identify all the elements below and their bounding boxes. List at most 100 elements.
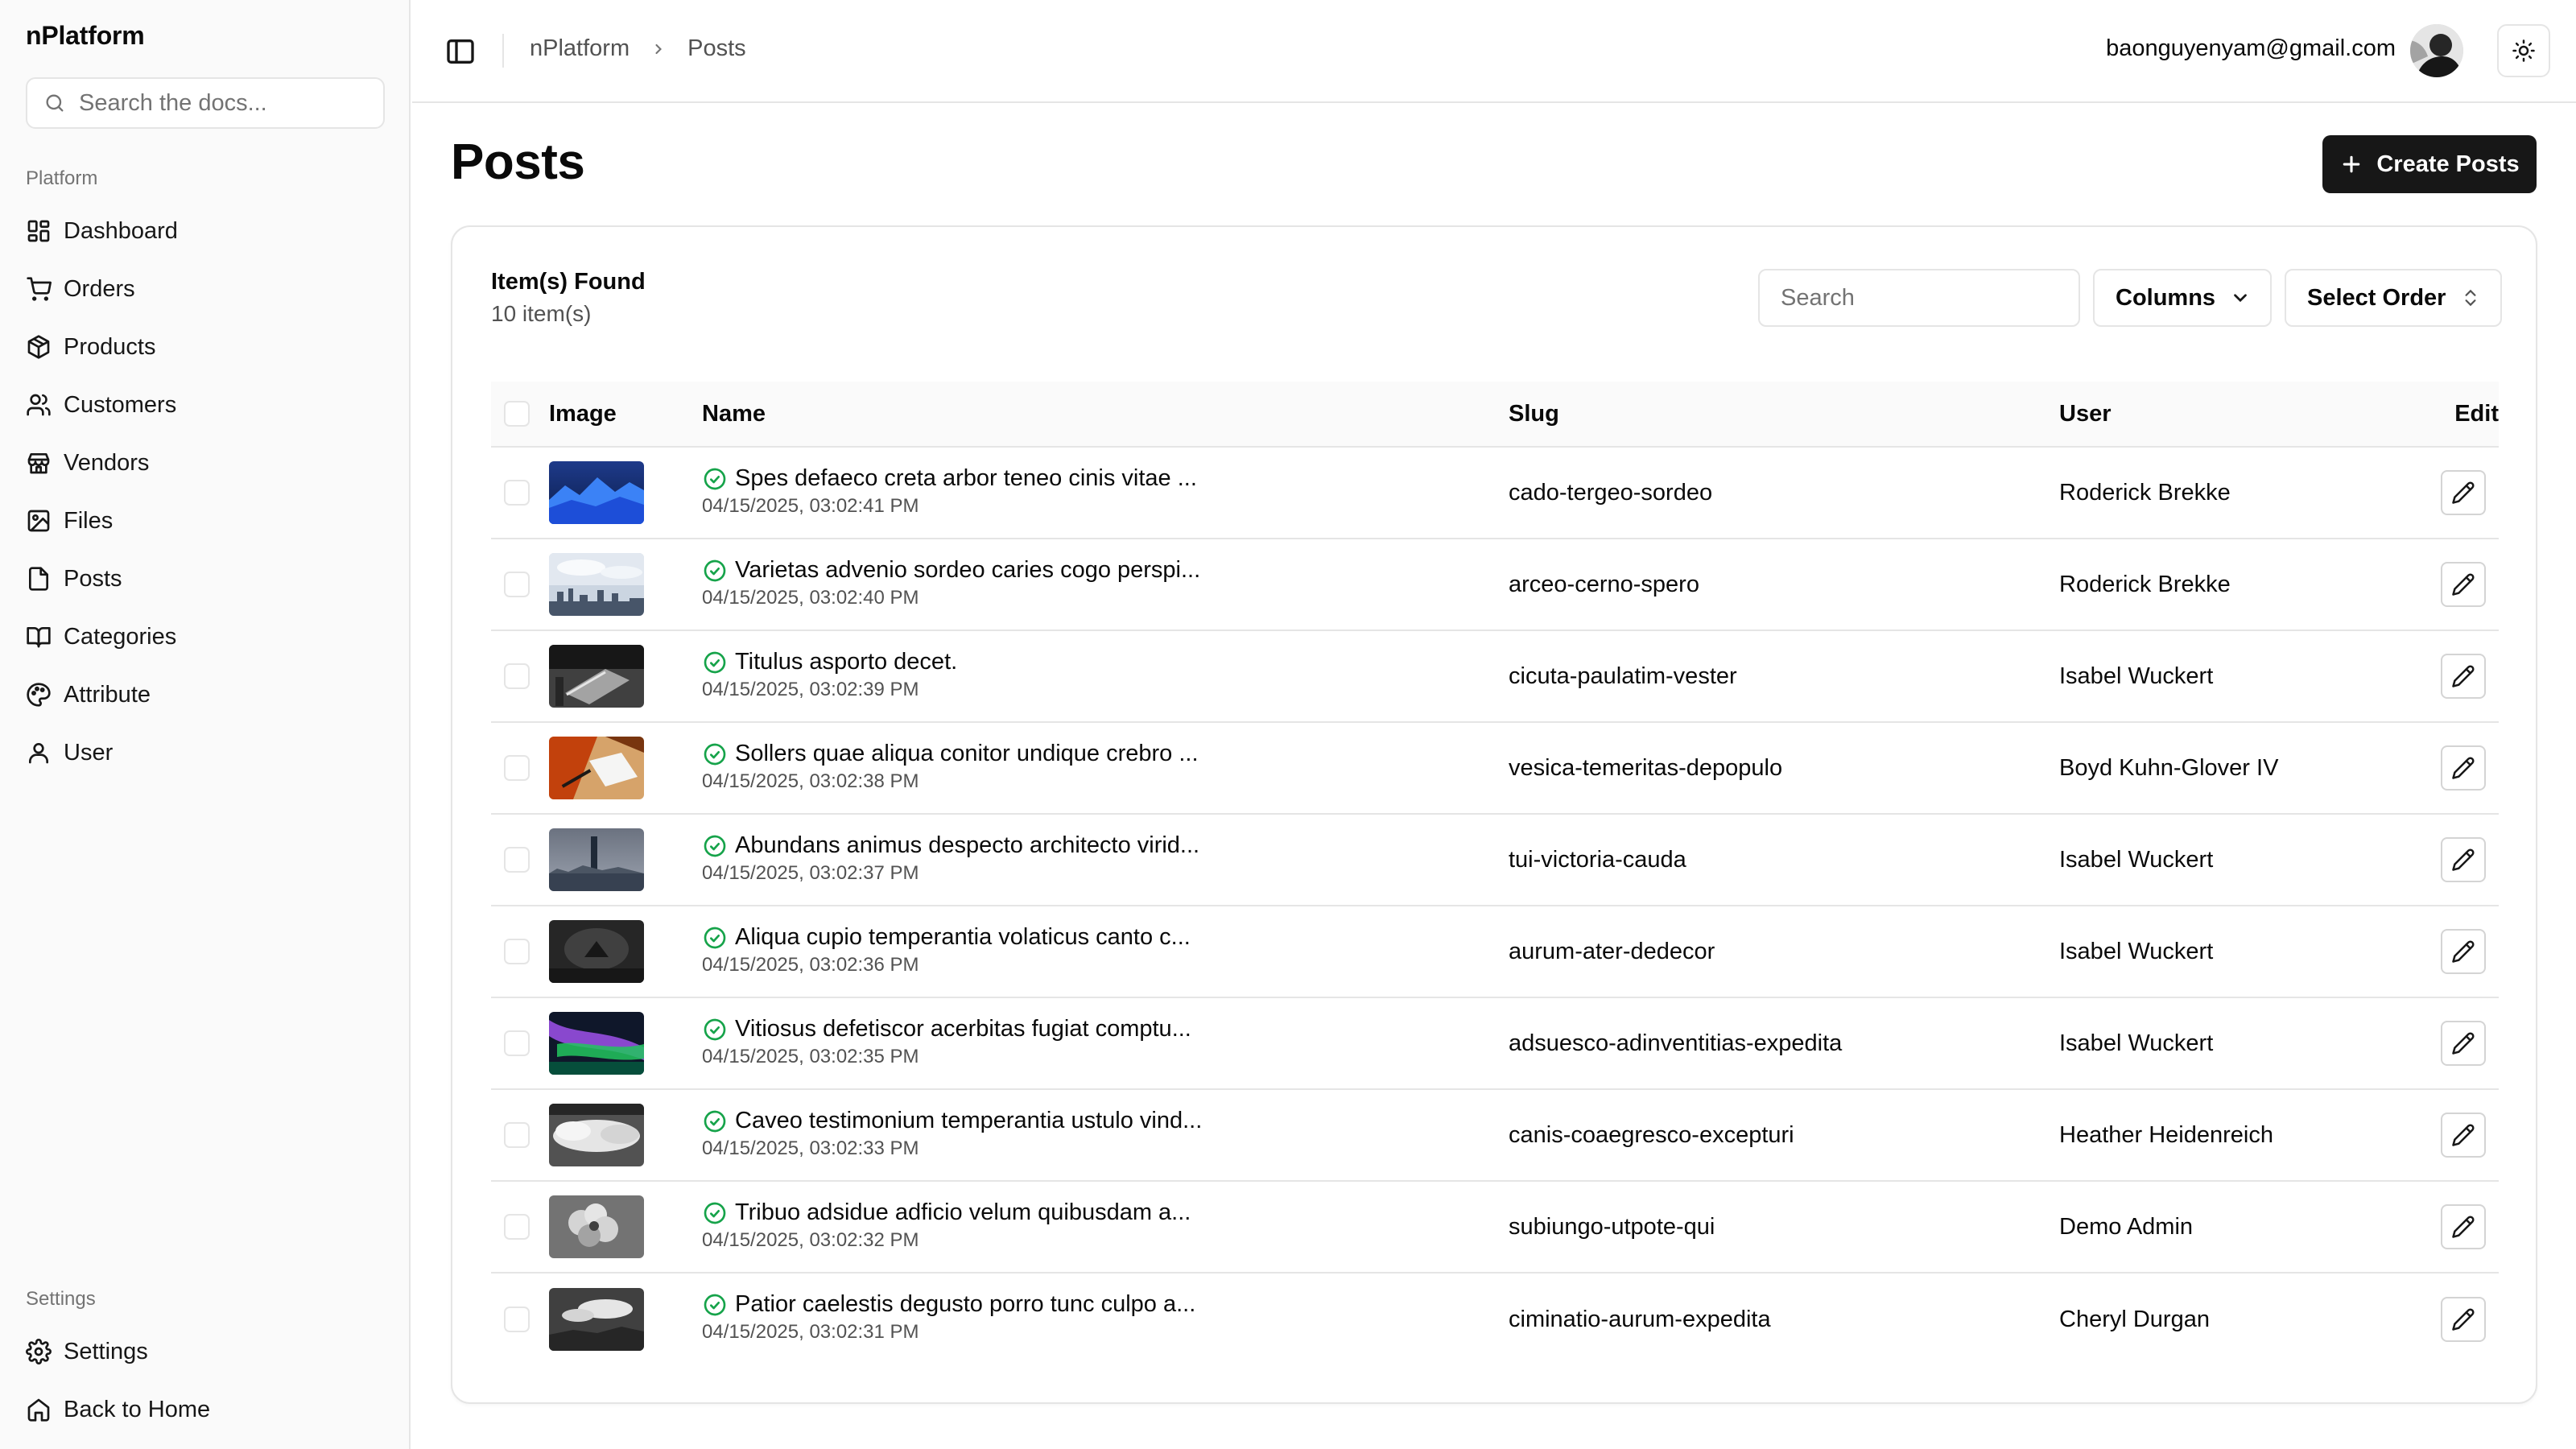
- row-checkbox[interactable]: [504, 572, 530, 597]
- row-edit-cell: [2441, 906, 2486, 997]
- avatar[interactable]: [2410, 24, 2463, 77]
- user-email[interactable]: baonguyenyam@gmail.com: [2106, 35, 2396, 62]
- post-slug: ciminatio-aurum-expedita: [1509, 1306, 1771, 1332]
- post-user: Isabel Wuckert: [2059, 663, 2214, 689]
- table-row[interactable]: Varietas advenio sordeo caries cogo pers…: [491, 539, 2499, 631]
- sidebar-item-label: Back to Home: [64, 1396, 211, 1422]
- columns-dropdown[interactable]: Columns: [2093, 269, 2273, 327]
- post-name-cell: Tribuo adsidue adficio velum quibusdam a…: [702, 1199, 1191, 1252]
- table-row[interactable]: Patior caelestis degusto porro tunc culp…: [491, 1274, 2499, 1365]
- check-circle-icon: [704, 1202, 726, 1224]
- row-checkbox[interactable]: [504, 1122, 530, 1148]
- post-name[interactable]: Varietas advenio sordeo caries cogo pers…: [735, 557, 1200, 584]
- row-checkbox[interactable]: [504, 480, 530, 506]
- sidebar-item-categories[interactable]: Categories: [26, 608, 385, 666]
- sidebar-item-user[interactable]: User: [26, 724, 385, 782]
- table-search-input[interactable]: Search: [1758, 269, 2080, 327]
- post-name[interactable]: Abundans animus despecto architecto viri…: [735, 832, 1199, 859]
- store-icon: [27, 453, 50, 474]
- sidebar-item-files[interactable]: Files: [26, 492, 385, 550]
- post-name[interactable]: Spes defaeco creta arbor teneo cinis vit…: [735, 465, 1197, 492]
- row-checkbox[interactable]: [504, 847, 530, 873]
- post-thumbnail[interactable]: [549, 828, 644, 891]
- post-thumbnail[interactable]: [549, 1288, 644, 1351]
- row-checkbox[interactable]: [504, 939, 530, 964]
- check-circle-icon: [704, 743, 726, 765]
- theme-toggle-button[interactable]: [2497, 24, 2550, 77]
- post-slug: subiungo-utpote-qui: [1509, 1213, 1715, 1240]
- row-checkbox[interactable]: [504, 1214, 530, 1240]
- edit-button[interactable]: [2441, 470, 2486, 515]
- edit-button[interactable]: [2441, 1297, 2486, 1342]
- sidebar-item-label: Files: [64, 507, 114, 534]
- sidebar-item-dashboard[interactable]: Dashboard: [26, 202, 385, 260]
- post-name[interactable]: Aliqua cupio temperantia volaticus canto…: [735, 924, 1191, 951]
- post-thumbnail[interactable]: [549, 737, 644, 799]
- table-row[interactable]: Sollers quae aliqua conitor undique creb…: [491, 723, 2499, 815]
- row-checkbox[interactable]: [504, 1030, 530, 1056]
- edit-button[interactable]: [2441, 745, 2486, 791]
- sidebar-item-posts[interactable]: Posts: [26, 550, 385, 608]
- post-thumbnail[interactable]: [549, 920, 644, 983]
- post-thumbnail[interactable]: [549, 1012, 644, 1075]
- post-name-cell: Aliqua cupio temperantia volaticus canto…: [702, 924, 1191, 976]
- sidebar-item-vendors[interactable]: Vendors: [26, 434, 385, 492]
- sidebar-toggle-button[interactable]: [444, 35, 477, 68]
- sidebar-item-label: Posts: [64, 565, 122, 592]
- row-checkbox[interactable]: [504, 663, 530, 689]
- post-user: Isabel Wuckert: [2059, 1030, 2214, 1056]
- row-checkbox[interactable]: [504, 1307, 530, 1332]
- sidebar-item-customers[interactable]: Customers: [26, 376, 385, 434]
- post-slug: tui-victoria-cauda: [1509, 846, 1686, 873]
- docs-search-input[interactable]: Search the docs...: [26, 77, 385, 129]
- edit-button[interactable]: [2441, 562, 2486, 607]
- sidebar-item-products[interactable]: Products: [26, 318, 385, 376]
- edit-button[interactable]: [2441, 929, 2486, 974]
- edit-button[interactable]: [2441, 837, 2486, 882]
- row-image-cell: [549, 1182, 644, 1272]
- edit-button[interactable]: [2441, 1113, 2486, 1158]
- select-order-dropdown[interactable]: Select Order: [2285, 269, 2503, 327]
- table-row[interactable]: Titulus asporto decet. 04/15/2025, 03:02…: [491, 631, 2499, 723]
- post-date: 04/15/2025, 03:02:35 PM: [702, 1046, 919, 1067]
- table-row[interactable]: Caveo testimonium temperantia ustulo vin…: [491, 1090, 2499, 1182]
- post-name[interactable]: Sollers quae aliqua conitor undique creb…: [735, 741, 1199, 767]
- post-user: Cheryl Durgan: [2059, 1306, 2210, 1332]
- post-name[interactable]: Patior caelestis degusto porro tunc culp…: [735, 1291, 1195, 1318]
- post-name[interactable]: Titulus asporto decet.: [735, 649, 957, 675]
- brand-name[interactable]: nPlatform: [26, 21, 145, 51]
- user-icon: [29, 743, 48, 764]
- table-row[interactable]: Tribuo adsidue adficio velum quibusdam a…: [491, 1182, 2499, 1274]
- post-name-cell: Titulus asporto decet. 04/15/2025, 03:02…: [702, 649, 957, 701]
- table-row[interactable]: Vitiosus defetiscor acerbitas fugiat com…: [491, 998, 2499, 1090]
- edit-button[interactable]: [2441, 1021, 2486, 1066]
- create-posts-button[interactable]: Create Posts: [2322, 135, 2537, 193]
- post-name[interactable]: Caveo testimonium temperantia ustulo vin…: [735, 1108, 1202, 1134]
- sidebar-item-attribute[interactable]: Attribute: [26, 666, 385, 724]
- post-thumbnail[interactable]: [549, 645, 644, 708]
- edit-button[interactable]: [2441, 1204, 2486, 1249]
- post-name[interactable]: Tribuo adsidue adficio velum quibusdam a…: [735, 1199, 1191, 1226]
- table-row[interactable]: Abundans animus despecto architecto viri…: [491, 815, 2499, 906]
- sidebar-item-orders[interactable]: Orders: [26, 260, 385, 318]
- sun-icon: [2512, 39, 2535, 62]
- pencil-icon: [2452, 573, 2475, 596]
- row-checkbox[interactable]: [504, 755, 530, 781]
- post-thumbnail[interactable]: [549, 461, 644, 524]
- post-thumbnail[interactable]: [549, 553, 644, 616]
- edit-button[interactable]: [2441, 654, 2486, 699]
- row-checkbox-cell: [504, 1274, 530, 1365]
- table-row[interactable]: Spes defaeco creta arbor teneo cinis vit…: [491, 448, 2499, 539]
- sidebar-item-back-home[interactable]: Back to Home: [26, 1381, 385, 1439]
- post-thumbnail[interactable]: [549, 1195, 644, 1258]
- post-thumbnail[interactable]: [549, 1104, 644, 1166]
- file-icon: [29, 567, 48, 591]
- select-all-checkbox[interactable]: [504, 401, 530, 427]
- chevron-down-icon: [2234, 294, 2247, 303]
- post-name[interactable]: Vitiosus defetiscor acerbitas fugiat com…: [735, 1016, 1191, 1042]
- breadcrumb-root[interactable]: nPlatform: [530, 35, 630, 62]
- pencil-icon: [2452, 1216, 2475, 1238]
- post-date: 04/15/2025, 03:02:36 PM: [702, 954, 919, 976]
- sidebar-item-settings[interactable]: Settings: [26, 1323, 385, 1381]
- table-row[interactable]: Aliqua cupio temperantia volaticus canto…: [491, 906, 2499, 998]
